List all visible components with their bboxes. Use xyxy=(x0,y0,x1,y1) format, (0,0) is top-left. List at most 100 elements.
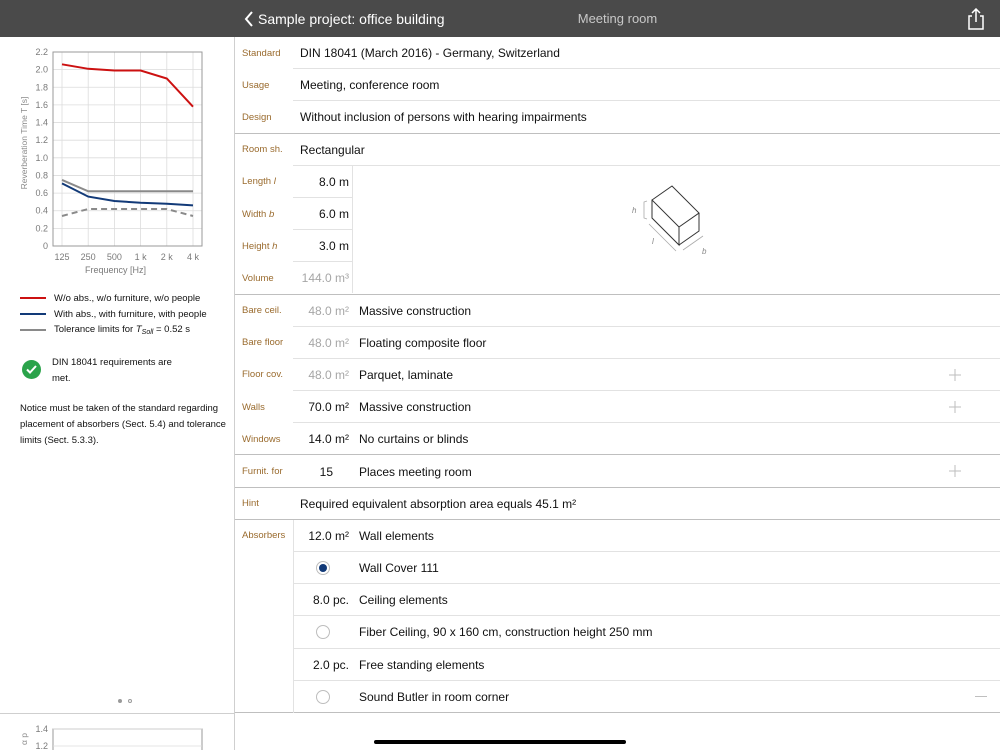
plus-icon[interactable] xyxy=(949,401,961,414)
absorber-group-row[interactable]: Absorbers 12.0 m² Wall elements xyxy=(235,520,1000,553)
legend-swatch-grey xyxy=(20,329,46,331)
furniture-row[interactable]: Furnit. for 15 Places meeting room xyxy=(235,455,1000,488)
x-tick-label: 500 xyxy=(107,252,122,262)
x-axis-label: Frequency [Hz] xyxy=(85,265,146,275)
length-row[interactable]: Length l 8.0 m xyxy=(235,166,1000,199)
y-tick-label: 1.0 xyxy=(35,153,48,163)
absorber-amount: 8.0 pc. xyxy=(312,593,349,608)
absorber-amount: 2.0 pc. xyxy=(312,657,349,672)
reverberation-chart: 0 0.2 0.4 0.6 0.8 1.0 1.2 1.4 1.6 1.8 2.0 2.2 125 250… xyxy=(19,47,203,275)
legend-item: W/o abs., w/o furniture, w/o people xyxy=(20,290,230,306)
legend-label: Tolerance limits for TSoll = 0.52 s xyxy=(54,324,191,336)
radio-button[interactable] xyxy=(316,625,330,640)
radio-button-selected[interactable] xyxy=(316,561,330,575)
chart-legend: W/o abs., w/o furniture, w/o people With… xyxy=(20,290,230,338)
absorber-group-name: Ceiling elements xyxy=(359,593,448,608)
floor-covering-desc: Parquet, laminate xyxy=(359,367,454,382)
x-tick-label: 4 k xyxy=(187,252,200,262)
usage-row[interactable]: Usage Meeting, conference room xyxy=(235,69,1000,102)
legend-label: W/o abs., w/o furniture, w/o people xyxy=(54,292,201,304)
page-title: Meeting room xyxy=(577,11,658,26)
furniture-desc: Places meeting room xyxy=(359,464,472,479)
bare-ceiling-row[interactable]: Bare ceil. 48.0 m² Massive construction xyxy=(235,295,1000,327)
standard-value: DIN 18041 (March 2016) - Germany, Switze… xyxy=(300,46,560,61)
x-tick-label: 2 k xyxy=(161,252,174,262)
y-tick-label: 0.6 xyxy=(35,188,48,198)
diagram-label-h: h xyxy=(632,206,637,215)
chevron-left-icon xyxy=(244,10,253,27)
home-indicator[interactable] xyxy=(374,740,626,744)
y-tick-label: 1.6 xyxy=(35,100,48,110)
bare-ceiling-label: Bare ceil. xyxy=(242,305,282,317)
height-value: 3.0 m xyxy=(318,239,349,254)
radio-button[interactable] xyxy=(316,689,330,704)
check-icon xyxy=(22,360,41,379)
room-shape-row[interactable]: Room sh. Rectangular xyxy=(235,134,1000,166)
absorber-group-name: Free standing elements xyxy=(359,657,485,672)
hint-row: Hint Required equivalent absorption area… xyxy=(235,488,1000,521)
absorber-group-row[interactable]: 8.0 pc. Ceiling elements xyxy=(235,584,1000,617)
height-row[interactable]: Height h 3.0 m xyxy=(235,230,1000,263)
divider xyxy=(293,520,294,713)
room-box-diagram: h l b xyxy=(632,185,707,256)
plus-icon[interactable] xyxy=(949,368,961,381)
design-value: Without inclusion of persons with hearin… xyxy=(300,110,587,125)
bare-ceiling-desc: Massive construction xyxy=(359,303,472,318)
absorber-option-row[interactable]: Sound Butler in room corner xyxy=(235,681,1000,714)
floor-covering-row[interactable]: Floor cov. 48.0 m² Parquet, laminate xyxy=(235,359,1000,392)
y-tick-label: 2.0 xyxy=(35,65,48,75)
x-tick-label: 1 k xyxy=(135,252,148,262)
width-value: 6.0 m xyxy=(318,207,349,222)
legend-item: Tolerance limits for TSoll = 0.52 s xyxy=(20,322,230,338)
y-tick-label: 0.8 xyxy=(35,170,48,180)
windows-area: 14.0 m² xyxy=(308,432,349,447)
walls-row[interactable]: Walls 70.0 m² Massive construction xyxy=(235,391,1000,424)
absorber-group-row[interactable]: 2.0 pc. Free standing elements xyxy=(235,649,1000,681)
y-tick-label: 1.4 xyxy=(35,118,48,128)
page-dot-active xyxy=(118,699,122,703)
divider xyxy=(352,166,353,293)
absorber-option-row[interactable]: Wall Cover 111 xyxy=(235,552,1000,585)
y-tick-label: 1.2 xyxy=(35,741,48,750)
legend-label: With abs., with furniture, with people xyxy=(54,308,207,320)
width-label: Width b xyxy=(242,208,275,220)
absorption-chart: 1.4 1.2 α p xyxy=(19,724,203,750)
y-tick-label: 0.2 xyxy=(35,223,48,233)
y-axis-label: Reverberation Time T [s] xyxy=(19,97,29,190)
absorber-group-name: Wall elements xyxy=(359,528,434,543)
design-row[interactable]: Design Without inclusion of persons with… xyxy=(235,101,1000,134)
width-row[interactable]: Width b 6.0 m xyxy=(235,198,1000,231)
share-icon[interactable] xyxy=(966,8,986,30)
standard-row[interactable]: Standard DIN 18041 (March 2016) - German… xyxy=(235,37,1000,70)
windows-label: Windows xyxy=(242,433,281,445)
room-form: Standard DIN 18041 (March 2016) - German… xyxy=(235,37,1000,714)
y-tick-label: 1.8 xyxy=(35,82,48,92)
diagram-label-b: b xyxy=(702,247,707,256)
x-tick-label: 250 xyxy=(81,252,96,262)
minus-icon[interactable] xyxy=(975,695,987,697)
design-label: Design xyxy=(242,111,272,123)
bare-floor-row[interactable]: Bare floor 48.0 m² Floating composite fl… xyxy=(235,327,1000,360)
hint-value: Required equivalent absorption area equa… xyxy=(300,496,577,511)
page-dot xyxy=(128,699,132,703)
absorber-option-name: Fiber Ceiling, 90 x 160 cm, construction… xyxy=(359,625,653,640)
furniture-count: 15 xyxy=(319,464,333,479)
absorber-option-row[interactable]: Fiber Ceiling, 90 x 160 cm, construction… xyxy=(235,616,1000,649)
plot-area xyxy=(52,51,203,247)
windows-desc: No curtains or blinds xyxy=(359,432,469,447)
length-label: Length l xyxy=(242,176,276,188)
absorber-option-name: Wall Cover 111 xyxy=(359,561,439,576)
y-axis-label: α p xyxy=(19,733,29,745)
length-value: 8.0 m xyxy=(318,174,349,189)
volume-value: 144.0 m³ xyxy=(301,271,349,286)
floor-covering-label: Floor cov. xyxy=(242,369,284,381)
bare-floor-desc: Floating composite floor xyxy=(359,335,487,350)
back-button[interactable]: Sample project: office building xyxy=(244,0,445,37)
usage-label: Usage xyxy=(242,79,270,91)
page-indicator[interactable] xyxy=(118,699,132,703)
usage-value: Meeting, conference room xyxy=(300,78,440,93)
plus-icon[interactable] xyxy=(949,465,961,478)
windows-row[interactable]: Windows 14.0 m² No curtains or blinds xyxy=(235,423,1000,456)
requirements-status: DIN 18041 requirements are met. xyxy=(52,357,172,384)
diagram-label-l: l xyxy=(652,237,654,246)
